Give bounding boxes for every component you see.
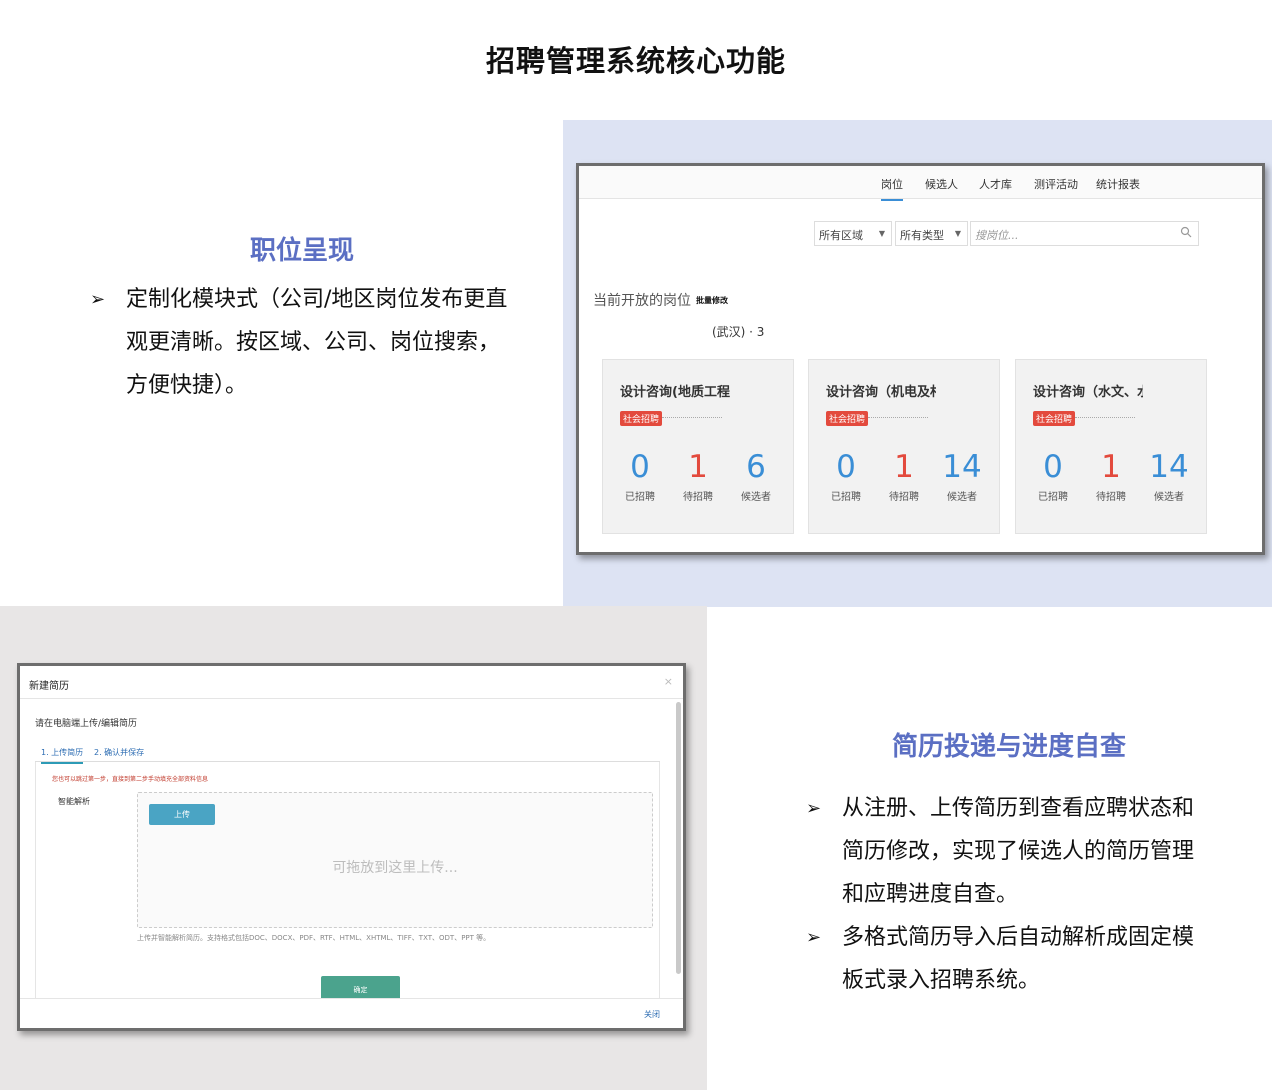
close-icon[interactable]: × bbox=[664, 675, 673, 688]
stat-hired[interactable]: 0 已招聘 bbox=[826, 450, 866, 503]
type-select-value: 所有类型 bbox=[900, 229, 944, 242]
skip-step-hint: 您也可以跳过第一步，直接到第二步手动填充全部资料信息 bbox=[52, 776, 209, 783]
truncated-meta bbox=[662, 415, 722, 418]
recruitment-type-badge: 社会招聘 bbox=[1033, 411, 1076, 426]
section1-bullets: ➢ 定制化模块式（公司/地区岗位发布更直观更清晰。按区域、公司、岗位搜索，方便快捷… bbox=[90, 278, 510, 407]
section1-heading: 职位呈现 bbox=[249, 236, 354, 266]
jobs-screenshot: 岗位 候选人 人才库 测评活动 统计报表 所有区域 ▼ 所有类型 ▼ 搜岗位..… bbox=[576, 163, 1265, 555]
resume-screenshot: 新建简历 × 请在电脑端上传/编辑简历 1. 上传简历 2. 确认并保存 您也可… bbox=[17, 663, 686, 1031]
nav-tab-talent-pool[interactable]: 人才库 bbox=[979, 176, 1012, 192]
nav-tab-reports[interactable]: 统计报表 bbox=[1096, 176, 1140, 192]
section2-bullet: ➢ 从注册、上传简历到查看应聘状态和简历修改，实现了候选人的简历管理和应聘进度自查… bbox=[806, 787, 1206, 916]
resume-dropzone[interactable]: 上传 可拖放到这里上传... bbox=[137, 792, 653, 928]
section2-heading: 简历投递与进度自查 bbox=[891, 732, 1126, 762]
type-select[interactable]: 所有类型 ▼ bbox=[895, 221, 968, 246]
truncated-meta bbox=[1075, 415, 1135, 418]
job-title[interactable]: 设计咨询（机电及村 bbox=[826, 381, 936, 400]
stat-candidates[interactable]: 6 候选者 bbox=[736, 450, 776, 503]
bullet-text: 定制化模块式（公司/地区岗位发布更直观更清晰。按区域、公司、岗位搜索，方便快捷）… bbox=[126, 287, 508, 398]
section1-bullet: ➢ 定制化模块式（公司/地区岗位发布更直观更清晰。按区域、公司、岗位搜索，方便快捷… bbox=[90, 278, 510, 407]
stat-label: 候选者 bbox=[947, 492, 977, 503]
recruitment-type-badge: 社会招聘 bbox=[620, 411, 663, 426]
search-icon[interactable] bbox=[1180, 226, 1192, 238]
stat-pending[interactable]: 1 待招聘 bbox=[884, 450, 924, 503]
stat-value: 0 bbox=[630, 449, 650, 485]
tab-confirm-save[interactable]: 2. 确认并保存 bbox=[94, 747, 144, 758]
job-card[interactable]: 设计咨询（机电及村社会招聘 0 已招聘 1 待招聘 14 候选者 bbox=[808, 359, 1000, 534]
stat-label: 待招聘 bbox=[1096, 492, 1126, 503]
stat-hired[interactable]: 0 已招聘 bbox=[1033, 450, 1073, 503]
stat-value: 0 bbox=[836, 449, 856, 485]
stat-candidates[interactable]: 14 候选者 bbox=[942, 450, 982, 503]
truncated-meta bbox=[868, 415, 928, 418]
stat-pending[interactable]: 1 待招聘 bbox=[1091, 450, 1131, 503]
arrow-bullet-icon: ➢ bbox=[90, 289, 106, 310]
stat-value: 1 bbox=[1101, 449, 1121, 485]
dropzone-text: 可拖放到这里上传... bbox=[332, 860, 458, 876]
step-tabs: 1. 上传简历 2. 确认并保存 bbox=[35, 742, 660, 764]
stat-value: 6 bbox=[746, 449, 766, 485]
stat-value: 1 bbox=[894, 449, 914, 485]
arrow-bullet-icon: ➢ bbox=[806, 927, 822, 948]
stat-value: 14 bbox=[1149, 449, 1189, 485]
top-nav: 岗位 候选人 人才库 测评活动 统计报表 bbox=[579, 166, 1262, 201]
stat-pending[interactable]: 1 待招聘 bbox=[678, 450, 718, 503]
stat-label: 候选者 bbox=[1154, 492, 1184, 503]
location-group-label: (武汉) · 3 bbox=[712, 325, 765, 339]
upload-button[interactable]: 上传 bbox=[149, 804, 215, 825]
job-title[interactable]: 设计咨询（水文、水 bbox=[1033, 381, 1143, 400]
stat-label: 候选者 bbox=[741, 492, 771, 503]
modal-scrollbar[interactable] bbox=[676, 702, 681, 974]
open-positions-label: 当前开放的岗位 bbox=[593, 293, 691, 309]
smart-parse-label: 智能解析 bbox=[58, 797, 90, 806]
job-card[interactable]: 设计咨询(地质工程社会招聘 0 已招聘 1 待招聘 6 候选者 bbox=[602, 359, 794, 534]
modal-header: 新建简历 × bbox=[20, 666, 683, 699]
stat-value: 14 bbox=[942, 449, 982, 485]
nav-tab-positions[interactable]: 岗位 bbox=[881, 176, 903, 201]
area-select[interactable]: 所有区域 ▼ bbox=[814, 221, 892, 246]
stat-label: 已招聘 bbox=[625, 492, 655, 503]
section2-bullet: ➢ 多格式简历导入后自动解析成固定模板式录入招聘系统。 bbox=[806, 916, 1206, 1002]
stat-hired[interactable]: 0 已招聘 bbox=[620, 450, 660, 503]
nav-tab-assessments[interactable]: 测评活动 bbox=[1034, 176, 1078, 192]
close-button[interactable]: 关闭 bbox=[644, 1009, 660, 1020]
job-card[interactable]: 设计咨询（水文、水社会招聘 0 已招聘 1 待招聘 14 候选者 bbox=[1015, 359, 1207, 534]
caret-down-icon: ▼ bbox=[878, 229, 885, 238]
nav-tab-candidates[interactable]: 候选人 bbox=[925, 176, 958, 192]
stat-value: 1 bbox=[688, 449, 708, 485]
supported-formats-hint: 上传并智能解析简历。支持格式包括DOC、DOCX、PDF、RTF、HTML、XH… bbox=[137, 934, 491, 942]
upload-intro: 请在电脑端上传/编辑简历 bbox=[35, 719, 138, 729]
stat-label: 已招聘 bbox=[1038, 492, 1068, 503]
caret-down-icon: ▼ bbox=[954, 229, 961, 238]
position-search-input[interactable]: 搜岗位... bbox=[970, 221, 1199, 246]
search-placeholder: 搜岗位... bbox=[975, 229, 1019, 242]
stat-candidates[interactable]: 14 候选者 bbox=[1149, 450, 1189, 503]
job-title[interactable]: 设计咨询(地质工程 bbox=[620, 381, 730, 400]
section2-bullets: ➢ 从注册、上传简历到查看应聘状态和简历修改，实现了候选人的简历管理和应聘进度自查… bbox=[806, 787, 1206, 1002]
bullet-text: 多格式简历导入后自动解析成固定模板式录入招聘系统。 bbox=[842, 925, 1195, 993]
stat-label: 已招聘 bbox=[831, 492, 861, 503]
bulk-edit-link[interactable]: 批量修改 bbox=[696, 295, 728, 306]
modal-title: 新建简历 bbox=[29, 681, 69, 692]
arrow-bullet-icon: ➢ bbox=[806, 798, 822, 819]
modal-footer: 关闭 bbox=[20, 998, 683, 1028]
stat-value: 0 bbox=[1043, 449, 1063, 485]
area-select-value: 所有区域 bbox=[819, 229, 863, 242]
stat-label: 待招聘 bbox=[683, 492, 713, 503]
recruitment-type-badge: 社会招聘 bbox=[826, 411, 869, 426]
stat-label: 待招聘 bbox=[889, 492, 919, 503]
page-title: 招聘管理系统核心功能 bbox=[485, 44, 786, 78]
bullet-text: 从注册、上传简历到查看应聘状态和简历修改，实现了候选人的简历管理和应聘进度自查。 bbox=[842, 796, 1195, 907]
